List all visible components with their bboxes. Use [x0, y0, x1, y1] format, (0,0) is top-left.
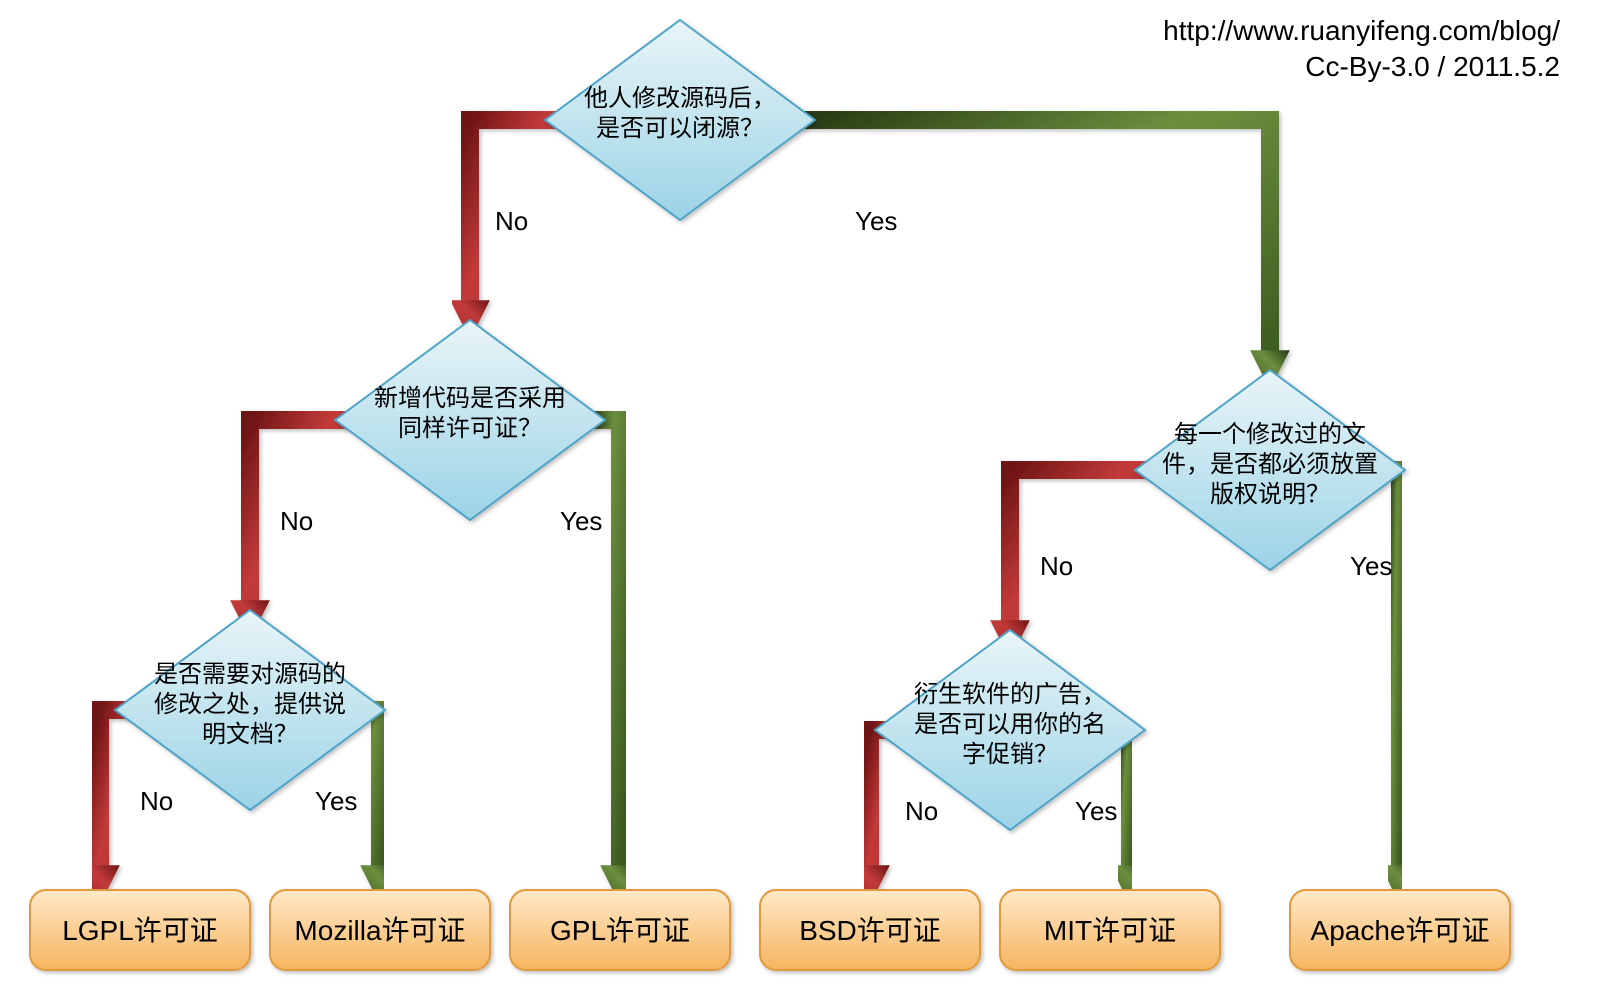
- license-label-lgpl: LGPL许可证: [62, 915, 218, 946]
- arrow-q3-yes: [360, 710, 380, 885]
- arrow-q4-no: [1010, 470, 1150, 640]
- credit-line-2: Cc-By-3.0 / 2011.5.2: [1305, 51, 1560, 82]
- license-label-apache: Apache许可证: [1311, 915, 1490, 946]
- arrow-label-q3-yes: Yes: [315, 786, 357, 816]
- license-label-gpl: GPL许可证: [550, 915, 690, 946]
- credit-line-1: http://www.ruanyifeng.com/blog/: [1163, 15, 1560, 46]
- arrow-label-q1-no: No: [495, 206, 528, 236]
- license-apache: Apache许可证: [1290, 890, 1510, 970]
- arrow-q3-no: [100, 710, 140, 885]
- arrow-q5-yes: [1120, 730, 1130, 885]
- arrow-q2-yes: [590, 420, 620, 885]
- license-label-mozilla: Mozilla许可证: [294, 915, 465, 946]
- question-q2: 新增代码是否采用同样许可证？: [335, 320, 605, 520]
- arrow-label-q2-no: No: [280, 506, 313, 536]
- arrow-label-q5-yes: Yes: [1075, 796, 1117, 826]
- arrow-label-q4-yes: Yes: [1350, 551, 1392, 581]
- question-q3: 是否需要对源码的修改之处，提供说明文档？: [115, 610, 385, 810]
- arrow-q5-no: [870, 730, 900, 885]
- arrow-q1-yes: [800, 120, 1270, 370]
- license-mit: MIT许可证: [1000, 890, 1220, 970]
- license-gpl: GPL许可证: [510, 890, 730, 970]
- license-flowchart: http://www.ruanyifeng.com/blog/ Cc-By-3.…: [0, 0, 1600, 1000]
- question-q1: 他人修改源码后，是否可以闭源？: [545, 20, 815, 220]
- arrow-q4-yes: [1390, 470, 1400, 885]
- arrow-label-q5-no: No: [905, 796, 938, 826]
- license-lgpl: LGPL许可证: [30, 890, 250, 970]
- question-q4: 每一个修改过的文件，是否都必须放置版权说明？: [1135, 370, 1405, 570]
- arrow-label-q2-yes: Yes: [560, 506, 602, 536]
- license-bsd: BSD许可证: [760, 890, 980, 970]
- arrow-label-q1-yes: Yes: [855, 206, 897, 236]
- arrow-label-q3-no: No: [140, 786, 173, 816]
- arrow-label-q4-no: No: [1040, 551, 1073, 581]
- license-label-bsd: BSD许可证: [799, 915, 941, 946]
- license-label-mit: MIT许可证: [1044, 915, 1176, 946]
- license-mozilla: Mozilla许可证: [270, 890, 490, 970]
